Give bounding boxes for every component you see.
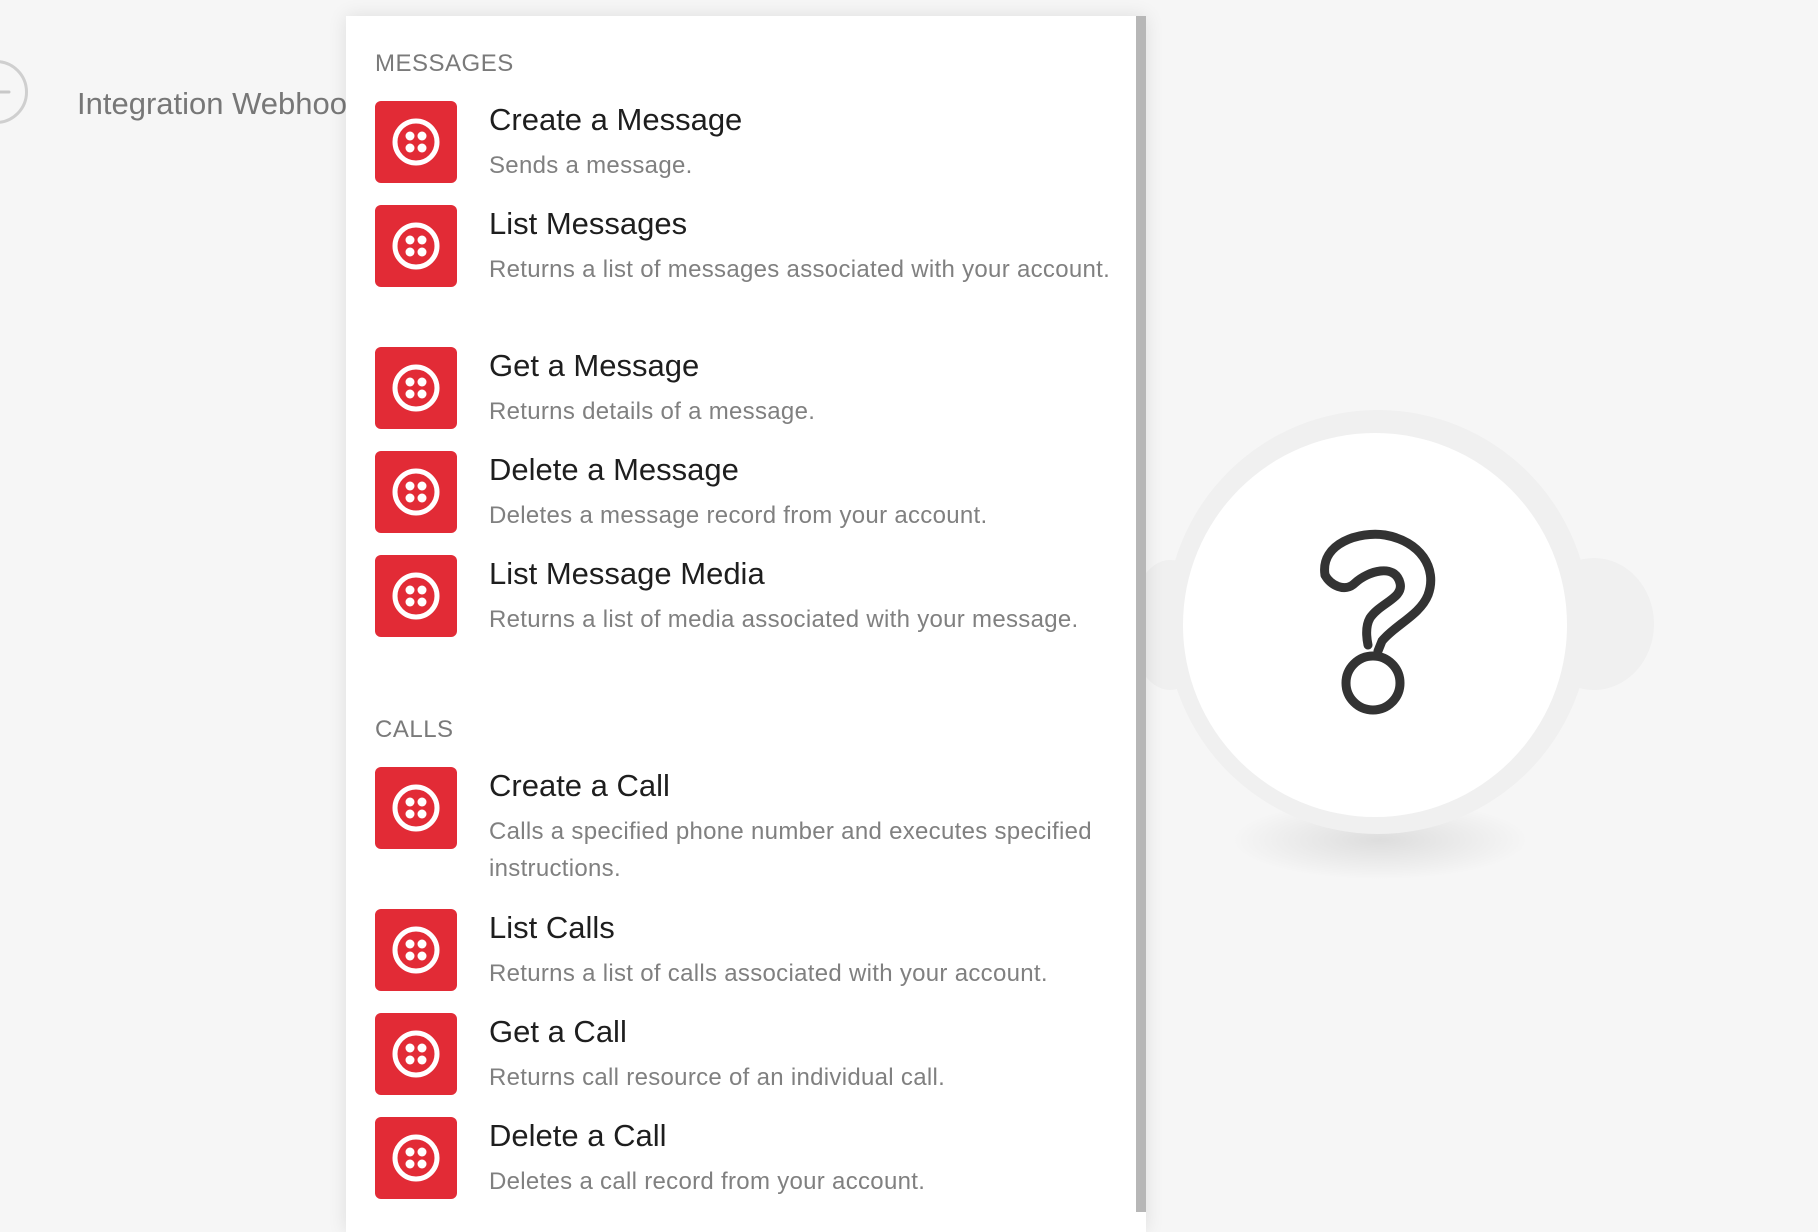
item-title: Create a Message [489, 102, 743, 137]
twilio-icon [375, 451, 457, 533]
twilio-icon [375, 767, 457, 849]
item-description: Returns a list of calls associated with … [489, 960, 1048, 987]
twilio-icon [375, 1117, 457, 1199]
twilio-icon [375, 205, 457, 287]
placeholder-module[interactable] [1183, 433, 1567, 817]
item-title: Get a Call [489, 1014, 627, 1049]
item-title: List Message Media [489, 556, 765, 591]
item-description: Returns details of a message. [489, 398, 816, 425]
item-description: Deletes a call record from your account. [489, 1168, 926, 1195]
twilio-icon [375, 909, 457, 991]
twilio-icon [375, 101, 457, 183]
item-title: Get a Message [489, 348, 700, 383]
back-arrow-icon [0, 75, 13, 109]
item-title: List Messages [489, 206, 688, 241]
item-description: Returns a list of media associated with … [489, 606, 1079, 633]
webhook-module-circle[interactable] [0, 60, 28, 124]
panel-scrollbar[interactable] [1136, 16, 1146, 1212]
item-description: Deletes a message record from your accou… [489, 502, 988, 529]
module-selection-panel: MESSAGES Create a Message Sends a messag… [346, 16, 1146, 1232]
item-description: Sends a message. [489, 152, 693, 179]
item-title: Create a Call [489, 768, 670, 803]
item-title: Delete a Call [489, 1118, 667, 1153]
item-description: Returns call resource of an individual c… [489, 1064, 946, 1091]
webhook-module-label: Integration Webhoo [77, 86, 348, 121]
twilio-icon [375, 1013, 457, 1095]
item-description: Returns a list of messages associated wi… [489, 256, 1111, 283]
twilio-icon [375, 555, 457, 637]
item-title: Delete a Message [489, 452, 739, 487]
item-description: Calls a specified phone number and execu… [489, 818, 1092, 882]
twilio-icon [375, 347, 457, 429]
section-title-messages: MESSAGES [375, 50, 514, 77]
scenario-canvas: Integration Webhoo MESSAGES Create a Mes… [0, 0, 1818, 1232]
question-mark-icon [1300, 523, 1450, 728]
item-title: List Calls [489, 910, 615, 945]
section-title-calls: CALLS [375, 716, 454, 743]
